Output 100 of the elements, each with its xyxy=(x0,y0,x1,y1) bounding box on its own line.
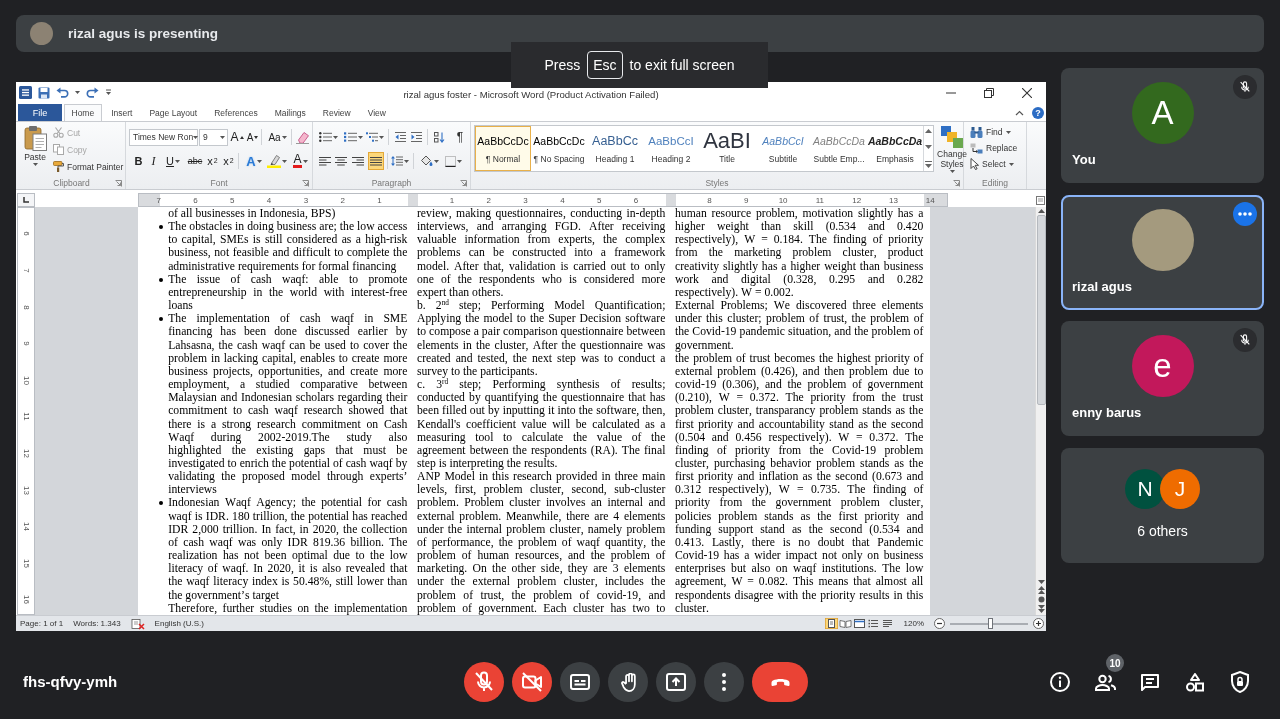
ribbon-tab[interactable]: View xyxy=(360,104,394,121)
caret-icon xyxy=(281,135,287,139)
more-options-button[interactable] xyxy=(1233,201,1257,226)
align-left-icon xyxy=(319,156,331,166)
style-item[interactable]: AaBbCcI Subtitle xyxy=(755,126,811,171)
more-vertical-icon xyxy=(722,673,726,691)
style-item[interactable]: AaBbCcDc ¶ Normal xyxy=(475,126,531,171)
zoom-in-icon[interactable] xyxy=(1033,618,1044,629)
bold-button[interactable]: B xyxy=(131,152,146,170)
style-item[interactable]: AaBI Title xyxy=(699,126,755,171)
outline-view-icon[interactable] xyxy=(866,618,880,629)
reading-layout-icon[interactable] xyxy=(838,618,852,629)
zoom-slider-thumb[interactable] xyxy=(987,618,993,629)
dialog-launcher-icon[interactable] xyxy=(115,179,122,187)
italic-button[interactable]: I xyxy=(146,152,161,170)
hint-text: to exit full screen xyxy=(629,57,735,73)
ribbon-tab[interactable]: Page Layout xyxy=(141,104,205,121)
ruler-number: 1 xyxy=(377,195,382,205)
undo-icon[interactable] xyxy=(56,87,69,98)
text-effects-button[interactable]: A xyxy=(244,152,264,170)
leave-call-button[interactable] xyxy=(752,662,808,702)
tab-stop-icon xyxy=(23,197,29,203)
scroll-down-icon[interactable] xyxy=(925,145,932,149)
raise-hand-button[interactable] xyxy=(608,662,648,702)
superscript-button[interactable]: x$^{2}$ xyxy=(221,152,236,170)
proofing-icon[interactable] xyxy=(130,617,145,630)
font-name-field[interactable]: Times New Ron xyxy=(129,128,198,146)
browse-object-icon[interactable] xyxy=(1037,596,1045,603)
next-page-icon[interactable] xyxy=(1037,605,1045,613)
shrink-font-button[interactable]: A xyxy=(246,128,259,146)
chat-icon xyxy=(1141,673,1159,691)
captions-button[interactable] xyxy=(560,662,600,702)
view-ruler-icon[interactable] xyxy=(1036,195,1045,205)
scissors-icon xyxy=(53,127,64,138)
microphone-button[interactable] xyxy=(464,662,504,702)
group-label: Font xyxy=(210,178,228,188)
zoom-out-icon[interactable] xyxy=(934,618,945,629)
web-layout-icon[interactable] xyxy=(852,618,866,629)
collapse-ribbon-icon[interactable] xyxy=(1015,109,1024,116)
strikethrough-button[interactable]: abc xyxy=(186,152,204,170)
previous-page-icon[interactable] xyxy=(1037,586,1045,594)
word-count[interactable]: Words: 1.343 xyxy=(73,618,121,629)
find-button[interactable]: Find xyxy=(970,124,1011,140)
clear-formatting-icon[interactable] xyxy=(296,130,309,144)
scrollbar-thumb[interactable] xyxy=(1036,215,1046,405)
expand-gallery-icon[interactable] xyxy=(925,161,932,168)
align-justify-button[interactable] xyxy=(368,152,384,170)
ribbon-tab[interactable]: Insert xyxy=(103,104,140,121)
meeting-code: fhs-qfvy-ymh xyxy=(23,673,118,690)
paste-button[interactable]: Paste xyxy=(22,124,48,177)
ribbon-tab[interactable]: Home xyxy=(64,104,102,121)
format-painter-button[interactable]: Format Painter xyxy=(53,158,124,175)
change-styles-button[interactable]: Change Styles xyxy=(937,125,967,177)
present-screen-button[interactable] xyxy=(656,662,696,702)
replace-button[interactable]: Replace xyxy=(970,140,1018,156)
zoom-level[interactable]: 120% xyxy=(903,618,924,629)
show-formatting-marks-button[interactable]: ¶ xyxy=(455,128,465,146)
underline-button[interactable]: U xyxy=(162,152,184,170)
redo-icon[interactable] xyxy=(86,87,99,98)
customize-toolbar-icon[interactable] xyxy=(105,89,112,96)
list-item-text: The implementation of cash waqf in SME financing has been done discussed earlier by Lahsasna, the cash waqf can be used to cover the problem in lacking capital, enables to create more business projects, opportunities, and create more employment, a studied comparative between Malaysian and Indonesian scholars regarding their commitment to cash waqf research showed that there is a strong research commitment on Cash Waqf during 2002-2019.The study also highlighted the existing gaps that must be investigated to enrich the potential of cash waqf by validating the proposed model through experts’ interviews xyxy=(168,312,408,497)
ribbon-tab[interactable]: Mailings xyxy=(267,104,314,121)
tab-selector-button[interactable] xyxy=(17,193,35,207)
caret-icon xyxy=(254,135,259,139)
font-color-button[interactable]: A xyxy=(290,152,311,170)
style-item[interactable]: AaBbCcDc ¶ No Spacing xyxy=(531,126,587,171)
grow-font-button[interactable]: A xyxy=(231,128,243,146)
camera-button[interactable] xyxy=(512,662,552,702)
help-button[interactable]: ? xyxy=(1032,106,1044,119)
caret-icon xyxy=(457,159,462,163)
scroll-down-icon[interactable] xyxy=(1037,580,1045,584)
scroll-up-icon[interactable] xyxy=(1037,209,1045,213)
align-center-icon xyxy=(335,156,347,166)
ribbon-tab[interactable]: References xyxy=(206,104,266,121)
more-options-button[interactable] xyxy=(704,662,744,702)
camera-off-icon xyxy=(520,670,544,694)
align-right-icon xyxy=(352,156,364,166)
scroll-up-icon[interactable] xyxy=(925,129,932,133)
highlight-button[interactable] xyxy=(266,152,287,170)
style-item[interactable]: AaBbCcDa Emphasis xyxy=(867,126,923,171)
dialog-launcher-icon[interactable] xyxy=(953,179,960,187)
style-item[interactable]: AaBbCc Heading 1 xyxy=(587,126,643,171)
change-case-button[interactable]: Aa xyxy=(268,128,287,146)
language-indicator[interactable]: English (U.S.) xyxy=(154,618,204,629)
print-layout-icon[interactable] xyxy=(824,618,838,629)
ruler-number: 6 xyxy=(193,195,198,205)
ribbon-tab[interactable]: Review xyxy=(315,104,359,121)
file-menu-button[interactable]: File xyxy=(18,104,62,121)
style-item[interactable]: AaBbCcI Heading 2 xyxy=(643,126,699,171)
save-icon[interactable] xyxy=(38,86,50,99)
dialog-launcher-icon[interactable] xyxy=(460,179,467,187)
select-button[interactable]: Select xyxy=(970,156,1014,172)
word-logo-icon[interactable] xyxy=(19,86,32,99)
list-item-text: The issue of cash waqf: able to promote entrepreneurship in the world with interest-free loans xyxy=(168,272,408,313)
caret-icon xyxy=(332,135,338,139)
page-indicator[interactable]: Page: 1 of 1 xyxy=(20,618,64,629)
font-size-field[interactable]: 9 xyxy=(199,128,228,146)
dialog-launcher-icon[interactable] xyxy=(302,179,309,187)
draft-view-icon[interactable] xyxy=(880,618,894,629)
style-item[interactable]: AaBbCcDa Subtle Emp... xyxy=(811,126,867,171)
